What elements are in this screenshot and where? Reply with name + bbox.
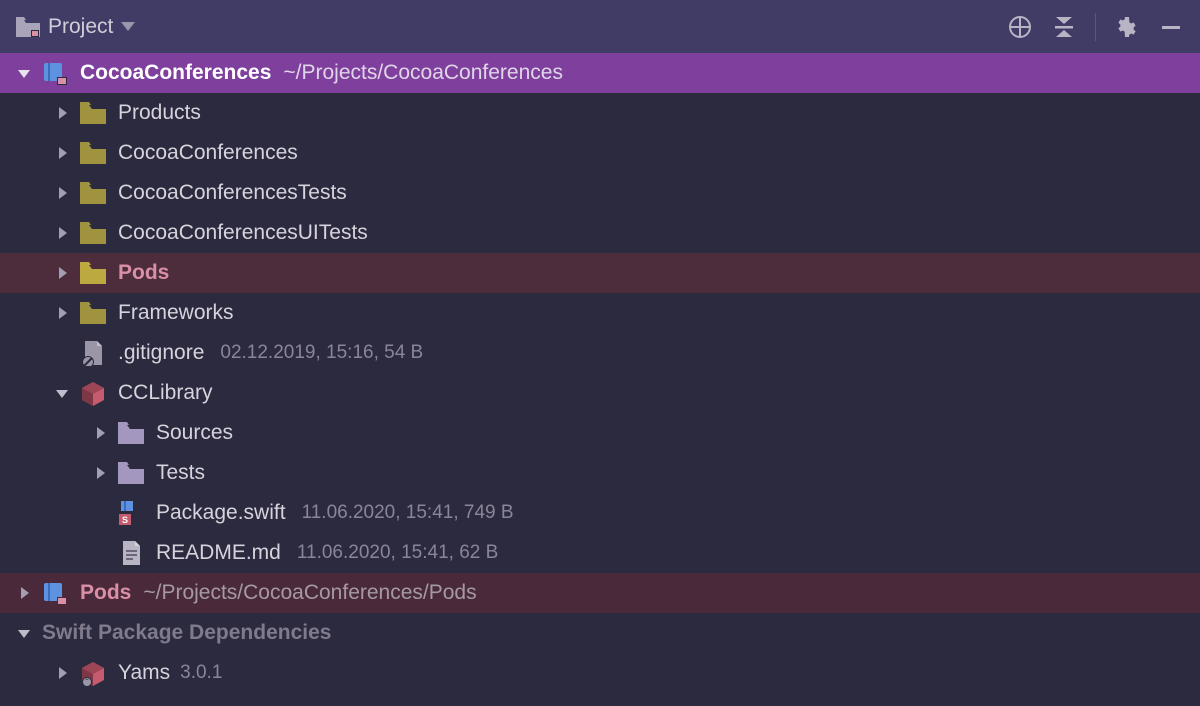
project-label: Pods: [80, 581, 131, 605]
chevron-right-icon[interactable]: [52, 146, 72, 160]
file-node-package-swift[interactable]: · S Package.swift 11.06.2020, 15:41, 749…: [0, 493, 1200, 533]
section-spm-dependencies[interactable]: Swift Package Dependencies: [0, 613, 1200, 653]
folder-node-products[interactable]: Products: [0, 93, 1200, 133]
folder-icon: [80, 260, 106, 286]
gear-icon[interactable]: [1114, 14, 1140, 40]
folder-label: Products: [118, 101, 201, 125]
folder-node-frameworks[interactable]: Frameworks: [0, 293, 1200, 333]
folder-icon: [118, 420, 144, 446]
folder-node-uitests[interactable]: CocoaConferencesUITests: [0, 213, 1200, 253]
folder-icon: [80, 180, 106, 206]
collapse-all-icon[interactable]: [1051, 14, 1077, 40]
package-node-cclibrary[interactable]: CCLibrary: [0, 373, 1200, 413]
folder-label: Sources: [156, 421, 233, 445]
section-label: Swift Package Dependencies: [42, 621, 331, 645]
chevron-right-icon[interactable]: [52, 666, 72, 680]
folder-node-sources[interactable]: Sources: [0, 413, 1200, 453]
project-node-pods[interactable]: Pods ~/Projects/CocoaConferences/Pods: [0, 573, 1200, 613]
file-label: README.md: [156, 541, 281, 565]
gitignore-file-icon: [80, 340, 106, 366]
folder-label: CocoaConferencesUITests: [118, 221, 368, 245]
markdown-file-icon: [118, 540, 144, 566]
chevron-right-icon[interactable]: [14, 586, 34, 600]
package-label: Yams: [118, 661, 170, 685]
folder-label: CocoaConferencesTests: [118, 181, 347, 205]
file-label: .gitignore: [118, 341, 204, 365]
folder-node-cocoaconferences[interactable]: CocoaConferences: [0, 133, 1200, 173]
folder-icon: [80, 140, 106, 166]
chevron-down-icon[interactable]: [14, 66, 34, 80]
project-root-path: ~/Projects/CocoaConferences: [283, 61, 563, 85]
chevron-right-icon[interactable]: [52, 106, 72, 120]
file-node-readme[interactable]: · README.md 11.06.2020, 15:41, 62 B: [0, 533, 1200, 573]
file-meta: 11.06.2020, 15:41, 62 B: [297, 542, 498, 564]
folder-icon: [80, 100, 106, 126]
project-panel-toolbar: Project: [0, 0, 1200, 53]
folder-icon: [118, 460, 144, 486]
chevron-right-icon[interactable]: [52, 226, 72, 240]
package-label: CCLibrary: [118, 381, 213, 405]
folder-icon: [80, 220, 106, 246]
folder-label: Tests: [156, 461, 205, 485]
folder-node-tests[interactable]: CocoaConferencesTests: [0, 173, 1200, 213]
project-path: ~/Projects/CocoaConferences/Pods: [143, 581, 476, 605]
svg-text:S: S: [122, 515, 128, 525]
package-icon: [80, 380, 106, 406]
project-root-label: CocoaConferences: [80, 61, 271, 85]
dropdown-arrow-icon: [121, 19, 135, 35]
package-dependency-icon: [80, 660, 106, 686]
folder-label: CocoaConferences: [118, 141, 298, 165]
project-root-node[interactable]: CocoaConferences ~/Projects/CocoaConfere…: [0, 53, 1200, 93]
project-folder-icon: [16, 17, 40, 37]
chevron-right-icon[interactable]: [90, 466, 110, 480]
file-label: Package.swift: [156, 501, 286, 525]
file-meta: 11.06.2020, 15:41, 749 B: [302, 502, 514, 524]
xcode-project-icon: [42, 60, 68, 86]
folder-label: Frameworks: [118, 301, 234, 325]
file-node-gitignore[interactable]: · .gitignore 02.12.2019, 15:16, 54 B: [0, 333, 1200, 373]
folder-node-pods[interactable]: Pods: [0, 253, 1200, 293]
package-node-yams[interactable]: Yams 3.0.1: [0, 653, 1200, 693]
project-selector-label: Project: [48, 15, 113, 39]
project-selector[interactable]: Project: [16, 15, 135, 39]
hide-icon[interactable]: [1158, 14, 1184, 40]
folder-label: Pods: [118, 261, 169, 285]
xcode-project-icon: [42, 580, 68, 606]
chevron-right-icon[interactable]: [52, 266, 72, 280]
select-opened-file-icon[interactable]: [1007, 14, 1033, 40]
folder-icon: [80, 300, 106, 326]
toolbar-divider: [1095, 13, 1096, 41]
chevron-right-icon[interactable]: [52, 306, 72, 320]
package-version: 3.0.1: [180, 662, 222, 684]
chevron-right-icon[interactable]: [90, 426, 110, 440]
file-meta: 02.12.2019, 15:16, 54 B: [220, 342, 423, 364]
chevron-down-icon[interactable]: [14, 626, 34, 640]
swift-file-icon: S: [118, 500, 144, 526]
chevron-down-icon[interactable]: [52, 386, 72, 400]
chevron-right-icon[interactable]: [52, 186, 72, 200]
project-tree: CocoaConferences ~/Projects/CocoaConfere…: [0, 53, 1200, 693]
folder-node-tests-cc[interactable]: Tests: [0, 453, 1200, 493]
